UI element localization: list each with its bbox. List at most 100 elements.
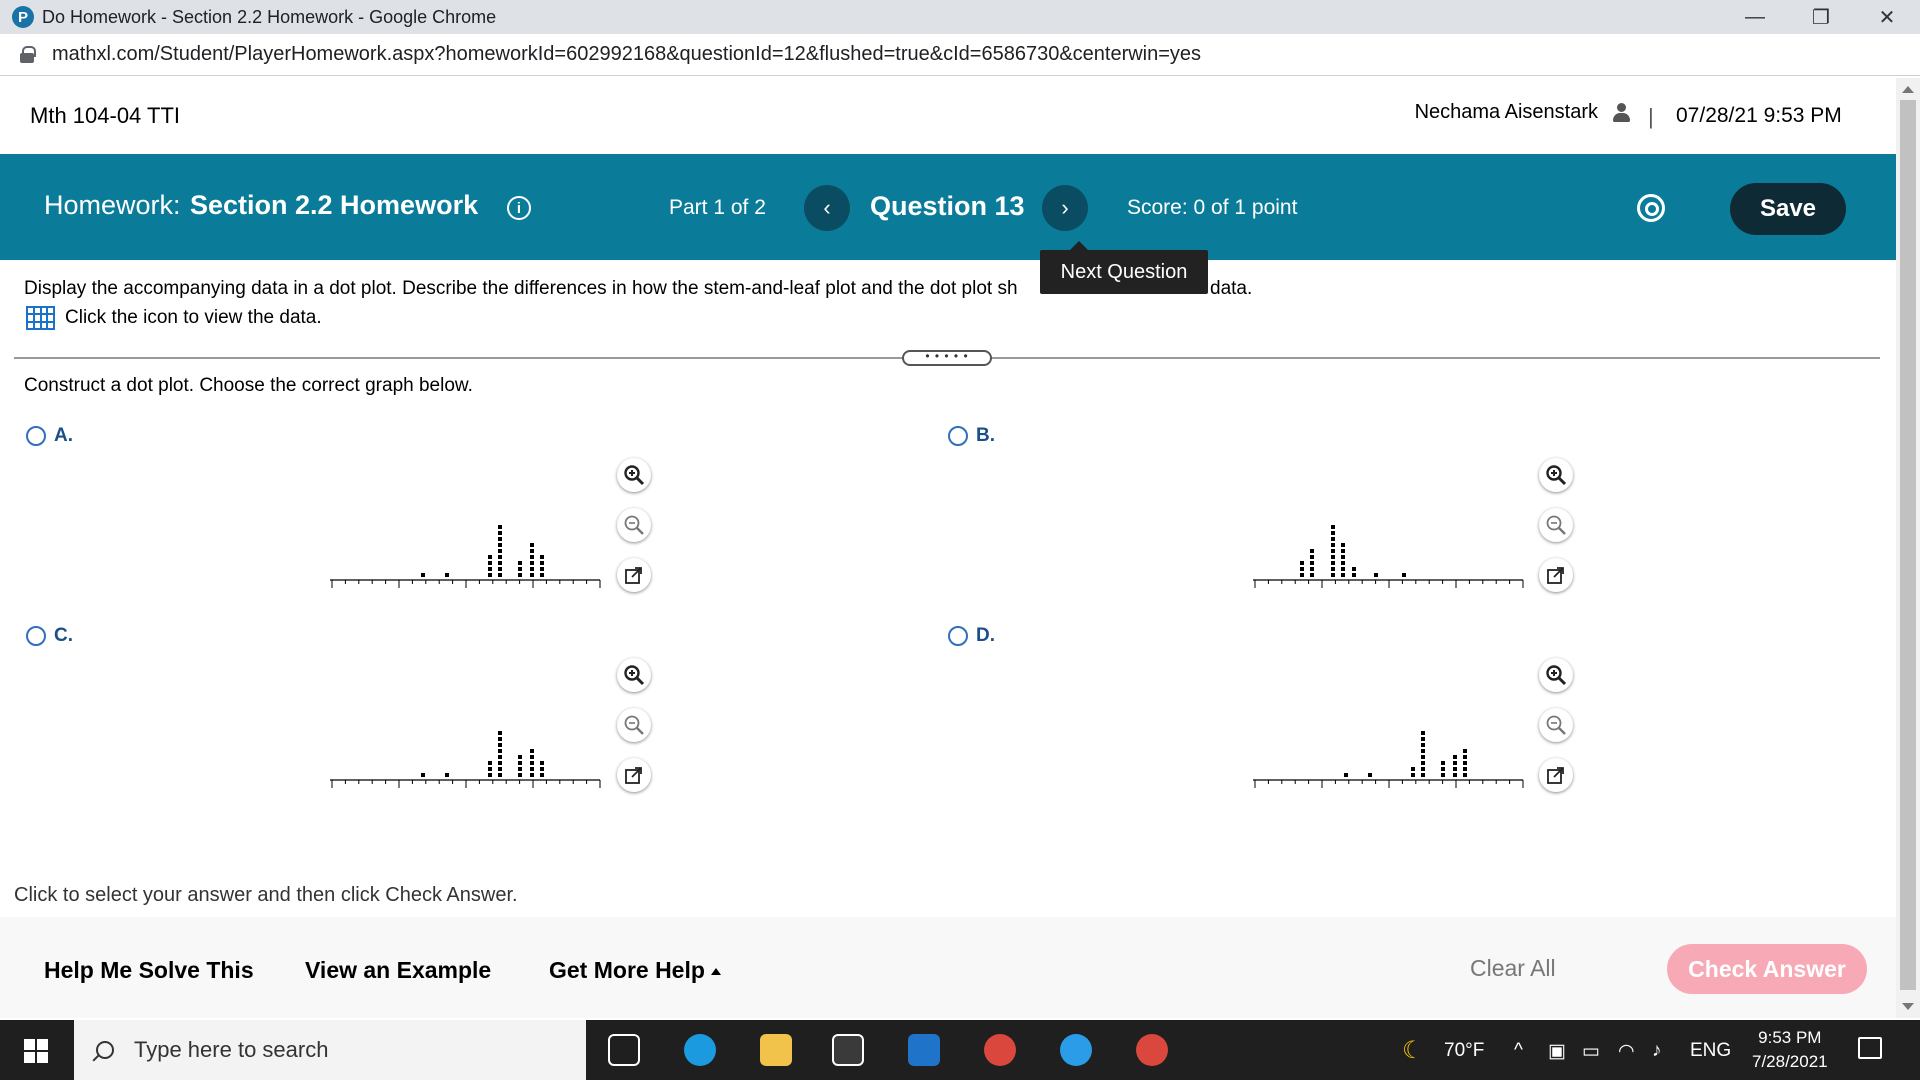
plot-dot xyxy=(1300,573,1304,577)
plot-dot xyxy=(1421,731,1425,735)
popout-icon[interactable] xyxy=(1539,558,1573,592)
check-answer-button[interactable]: Check Answer xyxy=(1667,944,1867,994)
url-text[interactable]: mathxl.com/Student/PlayerHomework.aspx?h… xyxy=(52,43,1201,66)
plot-dot xyxy=(498,773,502,777)
windows-taskbar: Type here to search ☾ 70°F ^ ▣ ▭ ◠ ♪ ENG… xyxy=(0,1020,1920,1080)
next-question-button[interactable]: › xyxy=(1042,185,1088,231)
plot-dot xyxy=(1341,561,1345,565)
data-table-icon[interactable] xyxy=(26,306,55,330)
question-prompt: Display the accompanying data in a dot p… xyxy=(24,278,1018,299)
page-scrollbar[interactable] xyxy=(1896,78,1920,1018)
divider-handle[interactable]: • • • • • xyxy=(902,350,992,366)
plot-dot xyxy=(1463,749,1467,753)
zoom-in-icon[interactable] xyxy=(1539,658,1573,692)
weather-moon-icon[interactable]: ☾ xyxy=(1402,1036,1424,1065)
chrome-profile-n-icon[interactable] xyxy=(984,1034,1016,1066)
header-separator: | xyxy=(1648,104,1654,129)
radio-d[interactable] xyxy=(948,626,968,646)
mail-icon[interactable] xyxy=(908,1034,940,1066)
scroll-down-icon[interactable] xyxy=(1902,1003,1914,1010)
plot-dot xyxy=(530,567,534,571)
plot-dot xyxy=(1402,573,1406,577)
option-d[interactable]: D. xyxy=(948,625,995,647)
close-button[interactable]: ✕ xyxy=(1854,0,1920,34)
option-b[interactable]: B. xyxy=(948,425,995,447)
file-explorer-icon[interactable] xyxy=(760,1034,792,1066)
plot-dot xyxy=(498,737,502,741)
plot-dot xyxy=(530,767,534,771)
option-c-label: C. xyxy=(54,625,73,646)
plot-dot xyxy=(498,767,502,771)
clear-all-button[interactable]: Clear All xyxy=(1470,955,1556,982)
taskbar-search-box[interactable]: Type here to search xyxy=(74,1020,586,1080)
address-bar[interactable]: mathxl.com/Student/PlayerHomework.aspx?h… xyxy=(0,34,1920,76)
notification-icon[interactable] xyxy=(1858,1037,1882,1059)
gear-icon[interactable] xyxy=(1637,194,1665,222)
task-view-icon[interactable] xyxy=(608,1034,640,1066)
option-d-label: D. xyxy=(976,625,995,646)
zoom-out-icon[interactable] xyxy=(617,708,651,742)
next-question-tooltip: Next Question xyxy=(1040,241,1208,294)
plot-dot xyxy=(530,555,534,559)
plot-dot xyxy=(1368,773,1372,777)
zoom-out-icon[interactable] xyxy=(617,508,651,542)
get-more-help-label: Get More Help xyxy=(549,957,705,983)
dot-plot-a: 0 1 2 3 4 xyxy=(330,525,601,588)
taskbar-clock[interactable]: 9:53 PM 7/28/2021 xyxy=(1752,1026,1828,1074)
minimize-button[interactable]: — xyxy=(1722,0,1788,34)
scrollbar-thumb[interactable] xyxy=(1900,100,1916,990)
option-a[interactable]: A. xyxy=(26,425,73,447)
zoom-out-icon[interactable] xyxy=(1539,508,1573,542)
previous-question-button[interactable]: ‹ xyxy=(804,185,850,231)
microsoft-store-icon[interactable] xyxy=(832,1034,864,1066)
lock-icon xyxy=(20,46,36,63)
plot-dot xyxy=(1341,543,1345,547)
plot-dot xyxy=(540,573,544,577)
tray-app-icon[interactable]: ▣ xyxy=(1548,1040,1566,1063)
view-data-link[interactable]: Click the icon to view the data. xyxy=(26,306,322,330)
score-text: Score: 0 of 1 point xyxy=(1127,196,1298,219)
plot-dot xyxy=(445,573,449,577)
plot-dot xyxy=(540,561,544,565)
weather-temp[interactable]: 70°F xyxy=(1444,1040,1484,1062)
view-example-button[interactable]: View an Example xyxy=(305,957,491,984)
windows-start-icon[interactable] xyxy=(24,1039,48,1063)
chrome-profile-y-icon[interactable] xyxy=(1136,1034,1168,1066)
plot-dot xyxy=(1331,537,1335,541)
plot-dot xyxy=(518,773,522,777)
popout-icon[interactable] xyxy=(617,758,651,792)
zoom-in-icon[interactable] xyxy=(617,658,651,692)
plot-dot xyxy=(540,567,544,571)
zoom-out-icon[interactable] xyxy=(1539,708,1573,742)
info-icon[interactable]: i xyxy=(507,196,531,220)
popout-icon[interactable] xyxy=(617,558,651,592)
radio-b[interactable] xyxy=(948,426,968,446)
plot-dot xyxy=(530,749,534,753)
language-indicator[interactable]: ENG xyxy=(1690,1040,1731,1062)
edge-browser-icon[interactable] xyxy=(684,1034,716,1066)
scroll-up-icon[interactable] xyxy=(1902,86,1914,93)
question-number: Question 13 xyxy=(870,191,1025,221)
popout-icon[interactable] xyxy=(1539,758,1573,792)
tray-overflow-icon[interactable]: ^ xyxy=(1514,1040,1523,1062)
plot-dot xyxy=(1421,767,1425,771)
zoom-in-icon[interactable] xyxy=(617,458,651,492)
plot-dot xyxy=(1411,773,1415,777)
save-button[interactable]: Save xyxy=(1730,183,1846,235)
get-more-help-button[interactable]: Get More Help xyxy=(549,957,721,984)
battery-icon[interactable]: ▭ xyxy=(1582,1040,1600,1063)
plot-dot xyxy=(1310,555,1314,559)
option-c[interactable]: C. xyxy=(26,625,73,647)
zoom-in-icon[interactable] xyxy=(1539,458,1573,492)
help-me-solve-button[interactable]: Help Me Solve This xyxy=(44,957,254,984)
plot-dot xyxy=(1344,773,1348,777)
wifi-icon[interactable]: ◠ xyxy=(1618,1040,1635,1063)
restore-button[interactable]: ❐ xyxy=(1788,0,1854,34)
radio-a[interactable] xyxy=(26,426,46,446)
tips-icon[interactable] xyxy=(1060,1034,1092,1066)
plot-dot xyxy=(488,567,492,571)
radio-c[interactable] xyxy=(26,626,46,646)
volume-icon[interactable]: ♪ xyxy=(1652,1040,1662,1062)
plot-dot xyxy=(518,567,522,571)
dot-plot-c: 0 10 20 30 40 xyxy=(330,731,601,788)
